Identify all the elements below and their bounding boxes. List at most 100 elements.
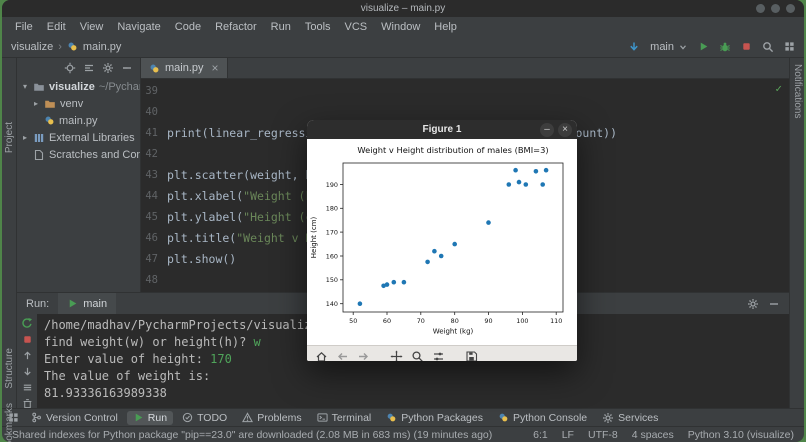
folder-project-icon [33,81,45,93]
home-icon[interactable] [315,350,328,361]
tree-expand-icon[interactable]: ▸ [32,99,40,108]
toolwindow-grid-button[interactable] [784,41,795,52]
window-titlebar[interactable]: visualize – main.py [2,0,804,17]
menu-bar: File Edit View Navigate Code Refactor Run Tools… [2,17,804,36]
run-toolbar-strip [17,314,37,409]
toolwindow-button-version-control[interactable]: Version Control [25,411,124,425]
code-text: plt.show() [167,252,237,266]
tree-expand-icon[interactable]: ▾ [21,82,29,91]
down-stack-icon[interactable] [22,366,33,377]
back-icon[interactable] [336,350,349,362]
stop-button[interactable] [741,41,752,52]
run-button[interactable] [698,41,709,52]
toolwindow-button-services[interactable]: Services [596,411,664,425]
gear-icon[interactable] [747,298,759,310]
subplots-config-icon[interactable] [432,350,445,362]
search-everywhere-button[interactable] [762,41,774,53]
line-number: 44 [145,190,158,202]
figure-titlebar[interactable]: Figure 1 – × [307,120,577,139]
status-python-3-10-visualize[interactable]: Python 3.10 (visualize) [688,429,794,441]
project-tree-item-venv[interactable]: ▸ venv [17,95,140,112]
zoom-icon[interactable] [411,350,424,361]
toolwindow-button-run[interactable]: Run [126,410,174,425]
scatter-plot-canvas[interactable]: Weight v Height distribution of males (B… [307,139,577,345]
svg-text:Height (cm): Height (cm) [310,216,318,258]
menu-file[interactable]: File [8,21,40,33]
run-config-select[interactable]: main [650,41,688,53]
toolwindow-button-terminal[interactable]: Terminal [311,411,378,425]
hide-panel-icon[interactable] [121,62,133,74]
save-icon[interactable] [465,350,478,361]
debug-button[interactable] [719,41,731,53]
svg-text:170: 170 [326,228,338,236]
svg-text:110: 110 [550,317,562,325]
forward-icon[interactable] [357,350,370,362]
breadcrumb-file[interactable]: main.py [83,41,122,53]
breadcrumb-separator: › [58,40,62,53]
line-number: 48 [145,274,158,286]
toolwindow-button-todo[interactable]: TODO [176,411,233,425]
figure-close-button[interactable]: × [558,122,572,137]
collapse-all-icon[interactable] [83,62,95,74]
menu-window[interactable]: Window [374,21,427,33]
svg-text:70: 70 [417,317,425,325]
close-button[interactable] [786,4,795,13]
menu-view[interactable]: View [73,21,111,33]
select-opened-file-icon[interactable] [64,62,76,74]
minimize-button[interactable] [756,4,765,13]
figure-window[interactable]: Figure 1 – × Weight v Height distributio… [307,120,577,361]
status-6-1[interactable]: 6:1 [533,429,548,441]
project-tree-item-main-py[interactable]: main.py [17,112,140,129]
menu-edit[interactable]: Edit [40,21,73,33]
toolwindow-button-python-console[interactable]: Python Console [492,411,593,425]
menu-run[interactable]: Run [264,21,298,33]
console-menu-icon[interactable] [22,382,33,393]
console-line-4: 81.93336163989338 [44,386,167,400]
line-number: 41 [145,127,158,139]
python-icon [498,412,509,423]
tool-strip-notifications[interactable]: Notifications [792,64,803,118]
tool-strip-project[interactable]: Project [4,122,15,153]
status-lf[interactable]: LF [562,429,574,441]
tree-expand-icon[interactable]: ▸ [21,133,29,142]
project-panel-toolbar [17,58,140,78]
status-utf-8[interactable]: UTF-8 [588,429,618,441]
breadcrumb-project[interactable]: visualize [11,41,53,53]
status-4-spaces[interactable]: 4 spaces [632,429,674,441]
gear-icon[interactable] [102,62,114,74]
line-number: 39 [145,85,158,97]
project-tree-item-visualize[interactable]: ▾ visualize ~/Pycharm [17,78,140,95]
maximize-button[interactable] [771,4,780,13]
tree-item-label: venv [60,97,84,110]
menu-tools[interactable]: Tools [298,21,338,33]
menu-help[interactable]: Help [427,21,464,33]
toolwindow-bar: Version Control Run TODO Problems Terminal Py… [2,408,804,426]
figure-minimize-button[interactable]: – [540,122,554,137]
code-line-39[interactable]: 39 [141,81,789,102]
menu-navigate[interactable]: Navigate [110,21,167,33]
status-bar: Shared indexes for Python package "pip==… [2,426,804,442]
stop-button[interactable] [22,334,33,345]
python-file-icon [149,63,160,74]
up-stack-icon[interactable] [22,350,33,361]
project-tree-item-scratches-and-cons[interactable]: Scratches and Cons [17,146,140,163]
tool-strip-bookmarks[interactable]: Bookmarks [4,403,15,442]
menu-refactor[interactable]: Refactor [208,21,264,33]
update-project-icon[interactable] [628,41,640,53]
menu-vcs[interactable]: VCS [338,21,375,33]
run-tab-main[interactable]: main [58,293,117,314]
rerun-button[interactable] [21,317,33,329]
pan-icon[interactable] [390,350,403,361]
project-tree-item-external-libraries[interactable]: ▸ External Libraries [17,129,140,146]
svg-text:80: 80 [451,317,459,325]
status-widgets: 6:1 LF UTF-8 4 spaces Python 3.10 (visualize… [533,429,794,441]
editor-tab-main-py[interactable]: main.py × [141,58,228,78]
tool-strip-structure[interactable]: Structure [4,348,15,389]
left-tool-strip: Project Structure Bookmarks [2,58,17,442]
inspection-ok-icon[interactable]: ✓ [775,82,782,95]
menu-code[interactable]: Code [168,21,208,33]
hide-panel-icon[interactable] [768,298,780,310]
tab-close-icon[interactable]: × [212,61,219,75]
toolwindow-button-problems[interactable]: Problems [236,411,307,425]
toolwindow-button-python-packages[interactable]: Python Packages [380,411,489,425]
